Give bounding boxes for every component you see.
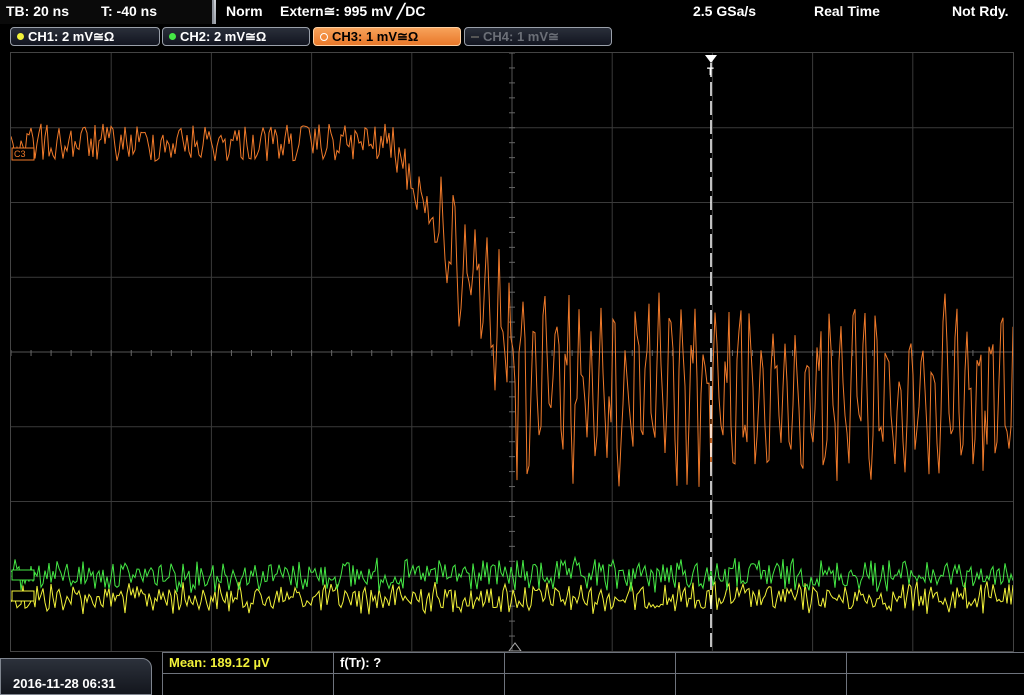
measurement-mean[interactable]: Mean: 189.12 µV bbox=[169, 655, 270, 670]
ch4-label: CH4: 1 mV≅ bbox=[483, 29, 559, 44]
center-marker-icon bbox=[508, 642, 522, 651]
trigger-mode[interactable]: Norm bbox=[226, 3, 263, 19]
tab-ch2[interactable]: CH2: 2 mV≅Ω bbox=[162, 27, 310, 46]
status-bar: TB: 20 ns T: -40 ns Norm Extern≅: 995 mV… bbox=[0, 0, 1024, 24]
trigger-panel: Norm Extern≅: 995 mV ╱DC 2.5 GSa/s Real … bbox=[216, 0, 1024, 24]
trigger-arrow-icon[interactable] bbox=[705, 55, 717, 63]
ch3-dot-icon bbox=[320, 32, 328, 41]
tab-ch4[interactable]: CH4: 1 mV≅ bbox=[464, 27, 612, 46]
ch1-label: CH1: 2 mV≅Ω bbox=[28, 29, 115, 44]
scope-display[interactable]: T C3 bbox=[10, 52, 1014, 652]
ch2-offset-marker[interactable] bbox=[11, 569, 35, 581]
ch2-dot-icon bbox=[169, 33, 176, 41]
datetime: 2016-11-28 06:31 bbox=[13, 676, 116, 691]
measurement-table bbox=[162, 652, 1024, 695]
sample-rate: 2.5 GSa/s bbox=[693, 3, 757, 19]
datetime-panel: 2016-11-28 06:31 bbox=[0, 658, 152, 695]
tab-ch1[interactable]: CH1: 2 mV≅Ω bbox=[10, 27, 160, 46]
channel-tabs: CH1: 2 mV≅Ω CH2: 2 mV≅Ω CH3: 1 mV≅Ω CH4:… bbox=[0, 24, 1024, 50]
bottom-bar: 2016-11-28 06:31 Mean: 189.12 µV f(Tr): … bbox=[0, 652, 1024, 695]
ch3-offset-label: C3 bbox=[14, 149, 26, 159]
waveform-canvas[interactable]: T C3 bbox=[11, 53, 1013, 651]
acquisition-mode: Real Time bbox=[814, 3, 880, 19]
ch1-dot-icon bbox=[17, 33, 24, 41]
trigger-marker: T bbox=[707, 66, 714, 78]
ch2-label: CH2: 2 mV≅Ω bbox=[180, 29, 267, 44]
ch1-offset-marker[interactable] bbox=[11, 590, 35, 602]
measurement-frequency[interactable]: f(Tr): ? bbox=[340, 655, 381, 670]
timebase-value[interactable]: TB: 20 ns bbox=[6, 3, 69, 19]
ch4-dash-icon bbox=[471, 35, 479, 38]
ch3-label: CH3: 1 mV≅Ω bbox=[332, 29, 419, 44]
trigger-source[interactable]: Extern≅: 995 mV ╱DC bbox=[280, 3, 425, 20]
trigger-time-value[interactable]: T: -40 ns bbox=[101, 3, 157, 19]
timebase-panel[interactable]: TB: 20 ns T: -40 ns bbox=[0, 0, 214, 24]
run-state: Not Rdy. bbox=[952, 3, 1009, 19]
tab-ch3[interactable]: CH3: 1 mV≅Ω bbox=[313, 27, 461, 46]
